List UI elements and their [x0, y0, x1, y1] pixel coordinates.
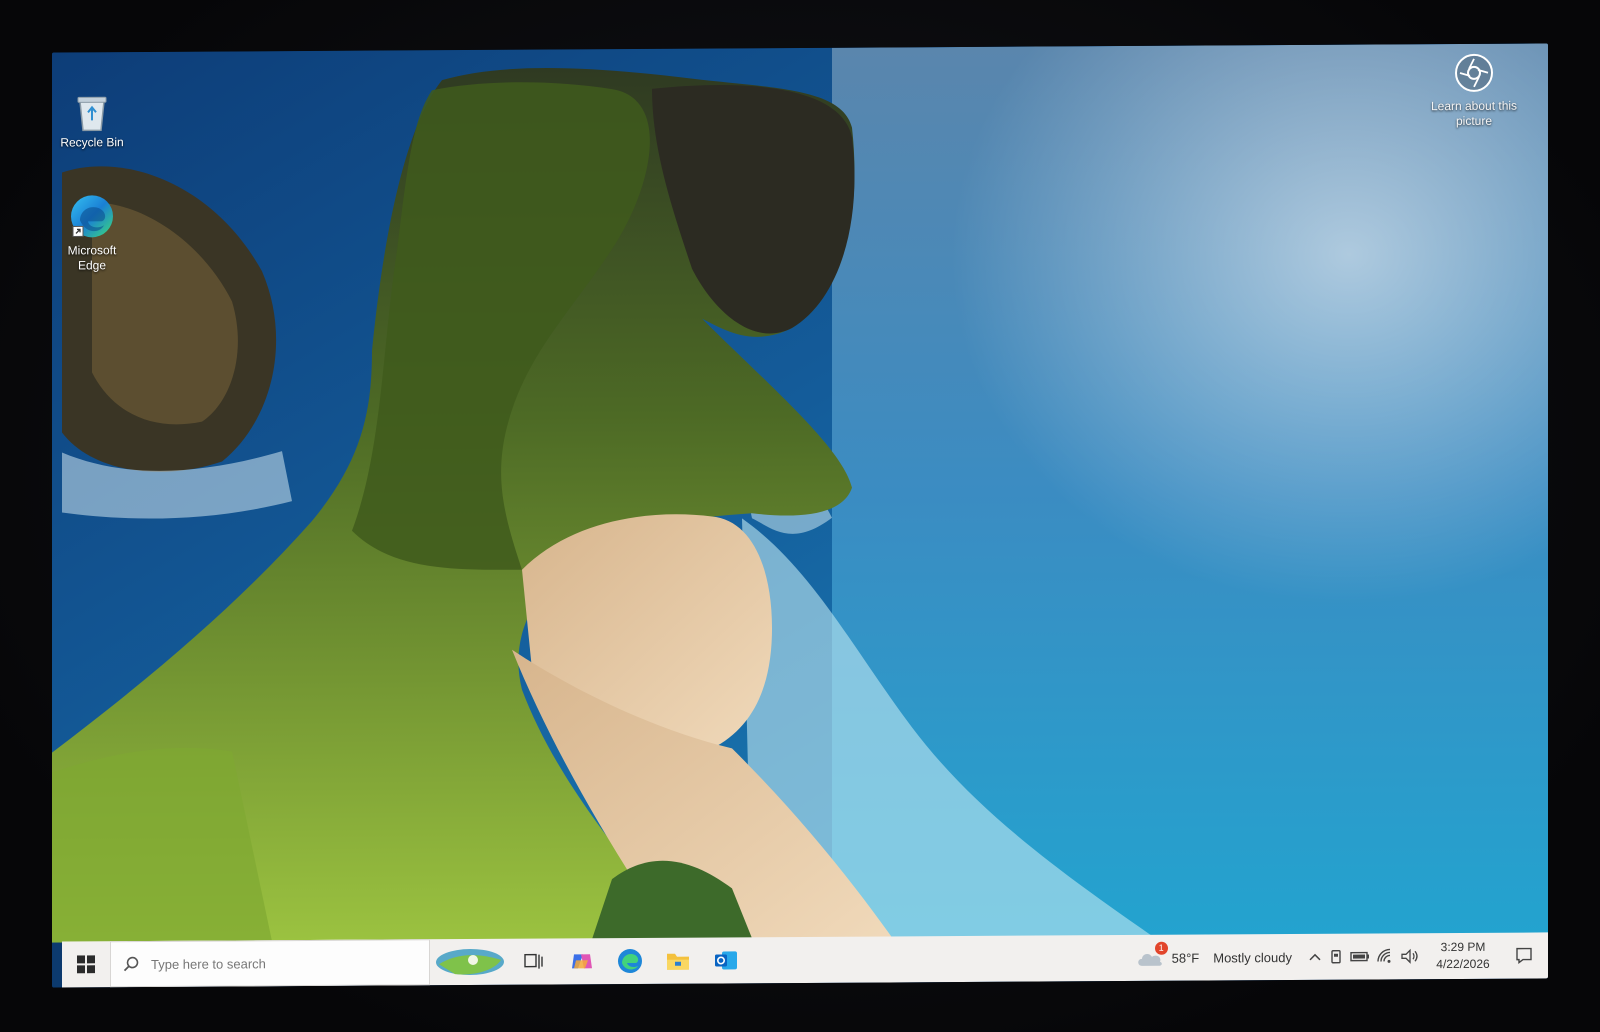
notification-center-button[interactable]	[1500, 932, 1548, 978]
recycle-bin-icon	[77, 96, 107, 132]
task-view-icon	[524, 953, 543, 969]
desktop-icon-edge[interactable]: Microsoft Edge	[52, 192, 132, 273]
search-highlight-icon	[436, 949, 504, 976]
search-icon	[123, 956, 139, 972]
edge-icon	[618, 949, 642, 974]
wallpaper-image	[52, 43, 1548, 943]
weather-temperature: 58°F	[1171, 950, 1200, 966]
edge-icon	[71, 195, 113, 238]
copilot-icon	[572, 954, 592, 969]
edge-label: Microsoft Edge	[67, 243, 117, 273]
windows-logo-icon	[77, 955, 95, 974]
clock-date: 4/22/2026	[1436, 956, 1490, 972]
copilot-button[interactable]	[558, 938, 606, 984]
file-explorer-button[interactable]	[654, 938, 702, 984]
weather-condition: Mostly cloudy	[1213, 949, 1292, 965]
clock-time: 3:29 PM	[1440, 939, 1486, 955]
volume-icon[interactable]	[1400, 948, 1420, 964]
recycle-bin-label: Recycle Bin	[60, 135, 124, 150]
task-view-button[interactable]	[510, 938, 558, 984]
desktop-screen: Recycle Bin Microsoft Edge Learn about t…	[52, 43, 1548, 988]
learn-about-picture[interactable]: Learn about this picture	[1426, 53, 1522, 130]
outlook-icon	[715, 951, 737, 970]
chevron-up-icon[interactable]	[1308, 952, 1322, 962]
search-input[interactable]	[149, 954, 363, 973]
notification-icon	[1516, 947, 1532, 965]
start-button[interactable]	[62, 941, 110, 987]
battery-icon[interactable]	[1350, 950, 1370, 964]
taskbar-spacer	[750, 958, 1126, 960]
clock[interactable]: 3:29 PM 4/22/2026	[1426, 939, 1500, 973]
desktop-icon-recycle-bin[interactable]: Recycle Bin	[52, 92, 132, 150]
system-tray	[1302, 933, 1426, 980]
taskbar-search-box[interactable]	[110, 939, 430, 988]
wifi-icon[interactable]	[1376, 948, 1394, 964]
usb-icon[interactable]	[1328, 949, 1344, 965]
search-highlight-button[interactable]	[430, 939, 510, 985]
outlook-button[interactable]	[702, 937, 750, 983]
weather-alert-badge: 1	[1154, 941, 1168, 955]
file-explorer-icon	[667, 953, 689, 970]
weather-widget[interactable]: 1 58°F Mostly cloudy	[1126, 934, 1302, 981]
taskbar: 1 58°F Mostly cloudy 3:29 PM 4/2	[62, 932, 1548, 988]
learn-about-picture-label: Learn about this picture	[1430, 98, 1518, 128]
camera-icon	[1455, 53, 1493, 92]
edge-taskbar-button[interactable]	[606, 938, 654, 984]
